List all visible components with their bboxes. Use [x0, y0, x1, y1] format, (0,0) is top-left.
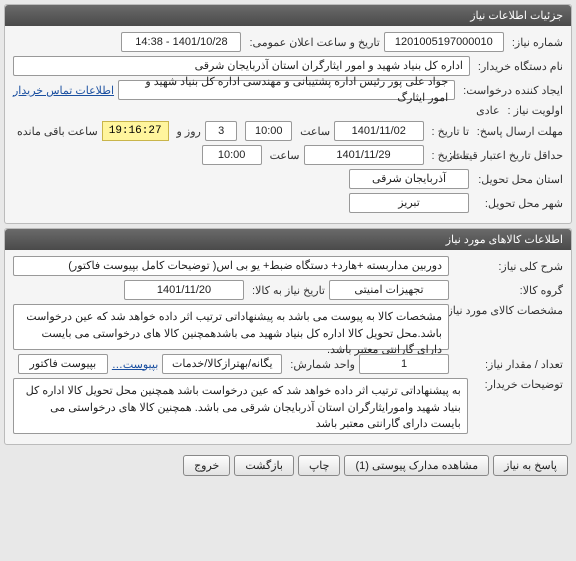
priority-label: اولویت نیاز :: [504, 104, 563, 117]
panel2-body: شرح کلی نیاز: دوربین مداربسته +هارد+ دست…: [5, 250, 571, 444]
creator-value: جواد علی پور رئیس اداره پشتیبانی و مهندس…: [118, 80, 455, 100]
attachment-text: بپیوست فاکتور: [18, 354, 108, 374]
qty-value: 1: [359, 354, 449, 374]
panel1-header: جزئیات اطلاعات نیاز: [5, 5, 571, 26]
spec-textarea: مشخصات کالا به پیوست می باشد به پیشنهادا…: [13, 304, 449, 350]
request-no-label: شماره نیاز:: [508, 36, 563, 49]
time-label-1: ساعت: [296, 125, 330, 138]
creator-label: ایجاد کننده درخواست:: [459, 84, 563, 97]
attachment-link[interactable]: بپیوست…: [112, 358, 158, 371]
action-button-bar: پاسخ به نیاز مشاهده مدارک پیوستی (1) چاپ…: [0, 449, 576, 482]
to-date-label-1: تا تاریخ :: [428, 125, 469, 138]
city-value: تبریز: [349, 193, 469, 213]
deadline-time: 10:00: [245, 121, 292, 141]
remaining-label: ساعت باقی مانده: [13, 125, 98, 138]
exit-button[interactable]: خروج: [183, 455, 230, 476]
buyer-notes-textarea: به پیشنهاداتی ترتیب اثر داده خواهد شد که…: [13, 378, 468, 434]
view-docs-button[interactable]: مشاهده مدارک پیوستی (1): [344, 455, 489, 476]
days-remaining: 3: [205, 121, 238, 141]
to-date-label-2: تا تاریخ :: [428, 149, 469, 162]
goods-info-panel: اطلاعات کالاهای مورد نیاز شرح کلی نیاز: …: [4, 228, 572, 445]
request-details-panel: جزئیات اطلاعات نیاز شماره نیاز: 12010051…: [4, 4, 572, 224]
buyer-notes-label: توضیحات خریدار:: [472, 378, 563, 391]
print-button[interactable]: چاپ: [298, 455, 341, 476]
announce-label: تاریخ و ساعت اعلان عمومی:: [245, 36, 379, 49]
priority-value: عادی: [472, 104, 499, 117]
back-button[interactable]: بازگشت: [234, 455, 294, 476]
countdown-timer: 19:16:27: [102, 121, 169, 141]
panel1-body: شماره نیاز: 1201005197000010 تاریخ و ساع…: [5, 26, 571, 223]
contact-buyer-link[interactable]: اطلاعات تماس خریدار: [13, 84, 114, 97]
announce-value: 1401/10/28 - 14:38: [121, 32, 241, 52]
need-title-label: شرح کلی نیاز:: [453, 260, 563, 273]
city-label: شهر محل تحویل:: [473, 197, 563, 210]
panel2-header: اطلاعات کالاهای مورد نیاز: [5, 229, 571, 250]
deadline-date: 1401/11/02: [334, 121, 423, 141]
request-no-value: 1201005197000010: [384, 32, 504, 52]
need-date-value: 1401/11/20: [124, 280, 244, 300]
spec-label: مشخصات کالای مورد نیاز:: [453, 304, 563, 317]
validity-label: حداقل تاریخ اعتبار قیمت:: [473, 149, 563, 162]
group-label: گروه کالا:: [453, 284, 563, 297]
need-date-label: تاریخ نیاز به کالا:: [248, 284, 325, 297]
province-value: آذربایجان شرقی: [349, 169, 469, 189]
time-label-2: ساعت: [266, 149, 300, 162]
buyer-label: نام دستگاه خریدار:: [474, 60, 563, 73]
group-value: تجهیزات امنیتی: [329, 280, 449, 300]
unit-value: یگانه/بهترازکالا/خدمات: [162, 354, 282, 374]
unit-label: واحد شمارش:: [286, 358, 355, 371]
province-label: استان محل تحویل:: [473, 173, 563, 186]
need-title-value: دوربین مداربسته +هارد+ دستگاه ضبط+ یو بی…: [13, 256, 449, 276]
qty-label: تعداد / مقدار نیاز:: [453, 358, 563, 371]
buyer-value: اداره کل بنیاد شهید و امور ایثارگران است…: [13, 56, 470, 76]
reply-button[interactable]: پاسخ به نیاز: [493, 455, 568, 476]
validity-time: 10:00: [202, 145, 262, 165]
validity-date: 1401/11/29: [304, 145, 424, 165]
deadline-label: مهلت ارسال پاسخ:: [473, 125, 563, 138]
days-label: روز و: [173, 125, 201, 138]
